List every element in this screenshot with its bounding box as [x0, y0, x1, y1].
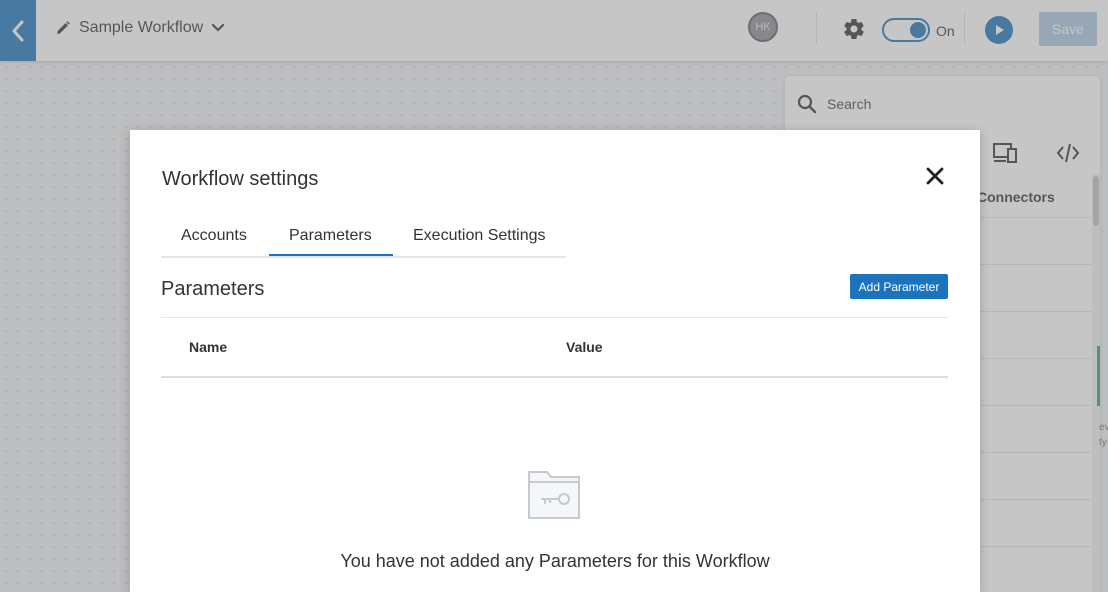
settings-tabs: Accounts Parameters Execution Settings — [161, 216, 566, 258]
tab-execution-settings[interactable]: Execution Settings — [413, 227, 546, 245]
active-tab-indicator — [269, 254, 393, 256]
close-icon[interactable] — [925, 166, 945, 186]
section-title: Parameters — [161, 278, 265, 300]
add-parameter-button[interactable]: Add Parameter — [850, 274, 948, 299]
workflow-settings-modal: Workflow settings Accounts Parameters Ex… — [130, 130, 980, 592]
tab-accounts[interactable]: Accounts — [181, 227, 247, 245]
folder-key-icon — [528, 471, 580, 519]
parameters-table-header: Name Value — [161, 317, 948, 378]
empty-state-message: You have not added any Parameters for th… — [340, 551, 770, 571]
tab-parameters[interactable]: Parameters — [289, 227, 372, 245]
column-header-name[interactable]: Name — [189, 339, 227, 355]
modal-title: Workflow settings — [162, 168, 319, 190]
column-header-value[interactable]: Value — [566, 339, 603, 355]
